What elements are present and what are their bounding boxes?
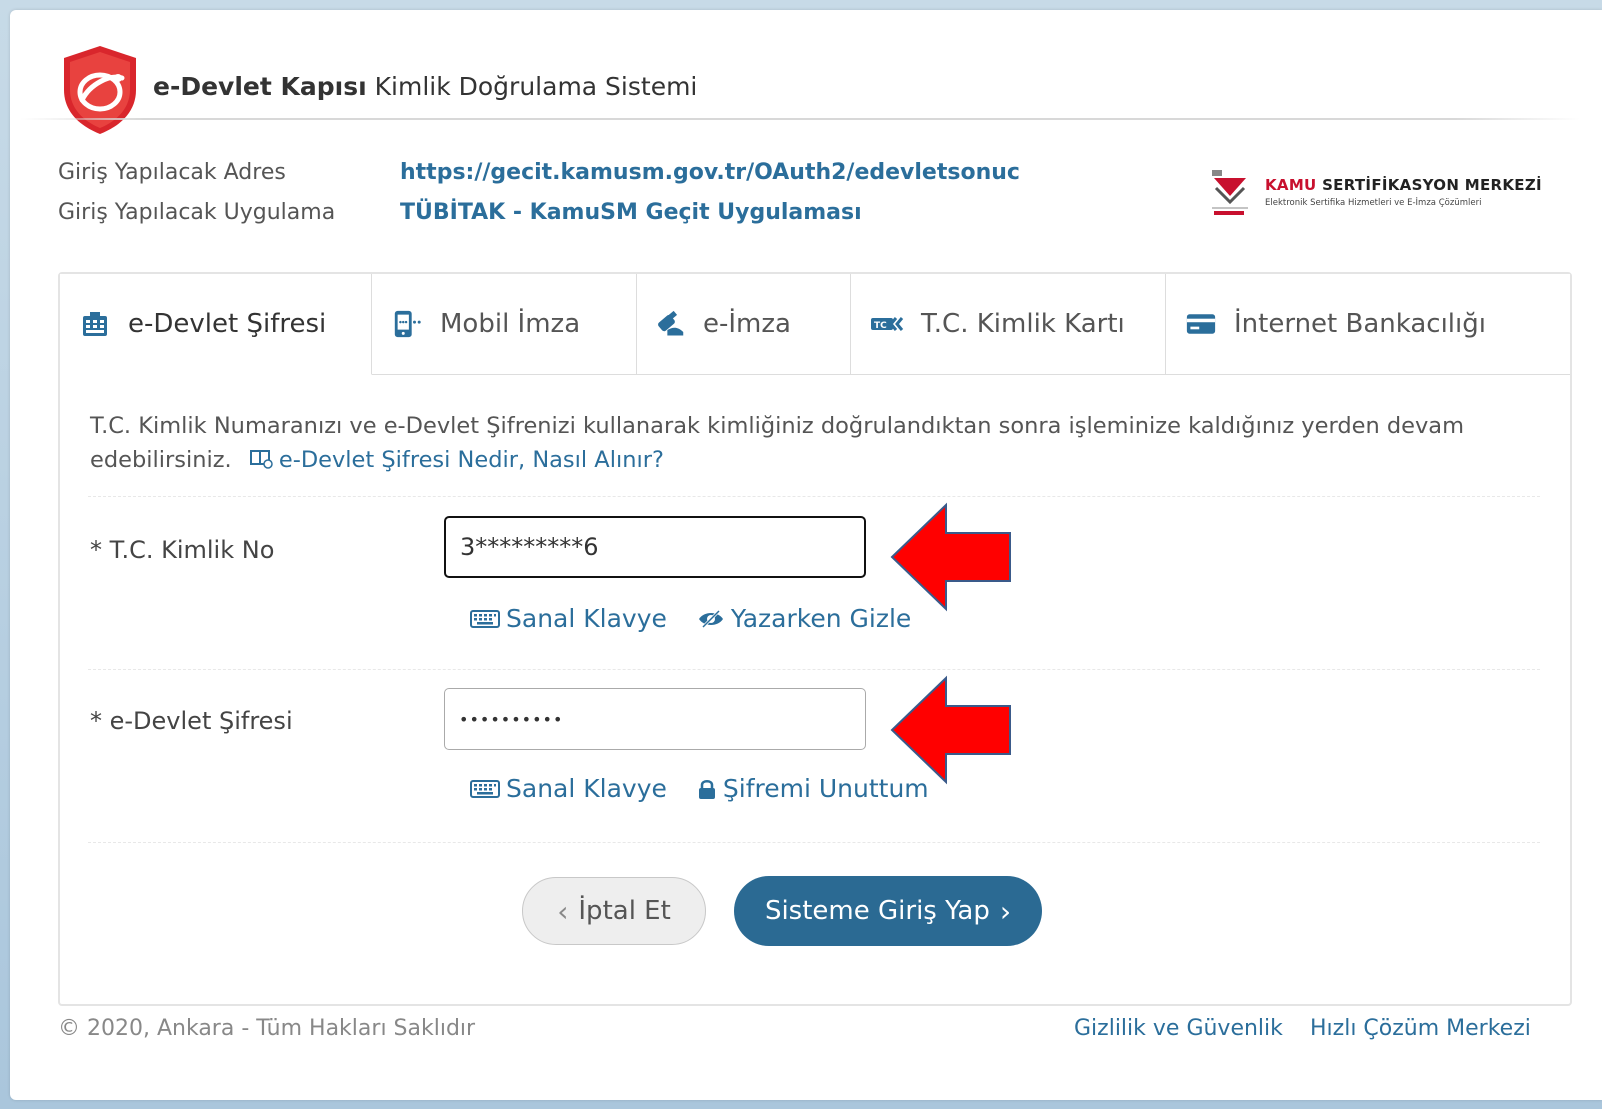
kamusm-title: KAMU SERTİFİKASYON MERKEZİ [1265,176,1542,194]
login-panel: e-Devlet Kapısı Kimlik Doğrulama Sistemi… [10,10,1602,1100]
usb-token-icon [655,309,685,339]
tab-label: İnternet Bankacılığı [1234,309,1486,339]
page-title-rest: Kimlik Doğrulama Sistemi [374,72,698,101]
cancel-button-label: İptal Et [578,896,671,926]
divider [88,669,1540,671]
login-card: e-Devlet Şifresi Mobil İmza e-İmza TC T.… [58,272,1572,1006]
password-input[interactable]: •••••••••• [444,688,866,750]
svg-text:TC: TC [874,321,887,331]
login-method-tabs: e-Devlet Şifresi Mobil İmza e-İmza TC T.… [60,274,1570,377]
kamusm-subtitle: Elektronik Sertifika Hizmetleri ve E-İmz… [1265,198,1482,208]
login-button-label: Sisteme Giriş Yap [764,896,990,926]
address-value: https://gecit.kamusm.gov.tr/OAuth2/edevl… [400,160,1020,185]
tc-kimlik-no-label: * T.C. Kimlik No [90,536,275,564]
tab-label: Mobil İmza [440,309,581,339]
login-description: T.C. Kimlik Numaranızı ve e-Devlet Şifre… [90,409,1530,477]
address-label: Giriş Yapılacak Adres [58,160,286,185]
chevron-right-icon: › [999,894,1012,928]
annotation-arrow-icon [890,675,1011,785]
eye-slash-icon [698,609,723,628]
tab-label: T.C. Kimlik Kartı [921,309,1125,339]
tab-label: e-Devlet Şifresi [128,309,327,339]
id-card-icon: TC [871,309,911,339]
help-center-link[interactable]: Hızlı Çözüm Merkezi [1310,1016,1531,1041]
virtual-keyboard-link[interactable]: Sanal Klavye [470,604,667,633]
credit-card-icon [1186,309,1216,339]
tab-label: e-İmza [703,309,791,339]
tc-kimlik-no-input[interactable]: 3*********6 [444,516,866,578]
divider [88,496,1540,498]
page-title: e-Devlet Kapısı Kimlik Doğrulama Sistemi [153,72,697,101]
application-value: TÜBİTAK - KamuSM Geçit Uygulaması [400,200,862,225]
keypad-icon [80,309,110,339]
tc-input-tools: Sanal Klavye Yazarken Gizle [470,604,941,633]
copyright-text: © 2020, Ankara - Tüm Hakları Saklıdır [58,1016,476,1041]
kamusm-logo: KAMU SERTİFİKASYON MERKEZİ Elektronik Se… [1210,168,1550,228]
edevlet-logo-icon [64,46,136,134]
cancel-button[interactable]: ‹ İptal Et [522,877,706,945]
virtual-keyboard-label: Sanal Klavye [506,604,667,633]
login-button[interactable]: Sisteme Giriş Yap › [734,876,1042,946]
tab-mobil-imza[interactable]: Mobil İmza [372,274,637,375]
password-input-tools: Sanal Klavye Şifremi Unuttum [470,774,959,803]
virtual-keyboard-link[interactable]: Sanal Klavye [470,774,667,803]
kamusm-title-rest: SERTİFİKASYON MERKEZİ [1322,176,1542,194]
kamusm-title-red: KAMU [1265,176,1317,194]
privacy-link[interactable]: Gizlilik ve Güvenlik [1074,1016,1283,1041]
mobile-signature-icon [392,309,422,339]
virtual-keyboard-label: Sanal Klavye [506,774,667,803]
kamusm-emblem-icon [1212,170,1248,215]
edevlet-sifresi-label: * e-Devlet Şifresi [90,707,293,735]
help-link[interactable]: e-Devlet Şifresi Nedir, Nasıl Alınır? [239,447,664,473]
keyboard-icon [470,779,500,798]
hide-while-typing-link[interactable]: Yazarken Gizle [697,604,911,633]
annotation-arrow-icon [890,502,1011,612]
page-title-bold: e-Devlet Kapısı [153,72,367,101]
divider [88,842,1540,844]
tab-edevlet-sifresi[interactable]: e-Devlet Şifresi [60,274,372,375]
header-divider [20,118,1580,120]
tab-e-imza[interactable]: e-İmza [637,274,851,375]
tab-tc-kimlik-karti[interactable]: TC T.C. Kimlik Kartı [851,274,1166,375]
help-link-label: e-Devlet Şifresi Nedir, Nasıl Alınır? [278,447,664,473]
tab-internet-bankaciligi[interactable]: İnternet Bankacılığı [1166,274,1570,375]
application-label: Giriş Yapılacak Uygulama [58,200,336,225]
chevron-left-icon: ‹ [557,894,569,928]
hide-while-typing-label: Yazarken Gizle [730,604,912,633]
lock-icon [698,779,715,799]
tc-kimlik-no-value: 3*********6 [460,533,599,561]
keyboard-icon [470,609,500,628]
book-help-icon [249,450,273,469]
password-value: •••••••••• [459,709,564,729]
